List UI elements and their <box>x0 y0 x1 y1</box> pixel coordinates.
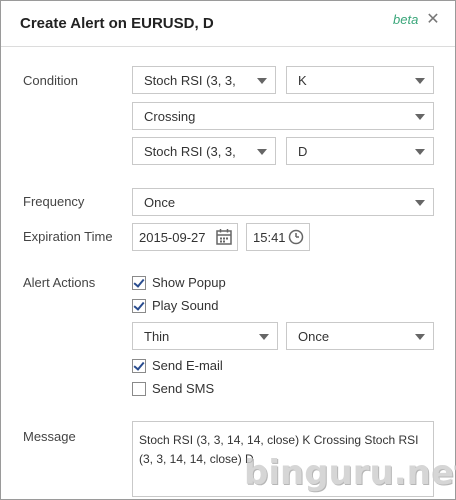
beta-badge: beta <box>393 12 419 27</box>
chevron-down-icon <box>257 78 267 84</box>
play-sound-label[interactable]: Play Sound <box>152 298 219 313</box>
show-popup-checkbox[interactable] <box>132 276 146 290</box>
show-popup-label[interactable]: Show Popup <box>152 275 226 290</box>
send-email-label[interactable]: Send E-mail <box>152 358 223 373</box>
close-icon[interactable]: ✕ <box>425 11 441 29</box>
play-sound-checkbox[interactable] <box>132 299 146 313</box>
expiration-time-input[interactable]: 15:41 <box>246 223 310 251</box>
create-alert-dialog: Create Alert on EURUSD, D beta ✕ Conditi… <box>0 0 456 500</box>
calendar-icon[interactable] <box>215 228 233 246</box>
select-value: Once <box>298 329 330 344</box>
select-value: Crossing <box>144 109 196 124</box>
chevron-down-icon <box>415 114 425 120</box>
chevron-down-icon <box>259 334 269 340</box>
message-label: Message <box>23 429 76 444</box>
condition-line-2-select[interactable]: D <box>286 137 434 165</box>
clock-icon[interactable] <box>287 228 305 246</box>
chevron-down-icon <box>415 200 425 206</box>
expiration-date-input[interactable]: 2015-09-27 <box>132 223 238 251</box>
watermark-text: binguru.net <box>244 453 456 493</box>
send-email-checkbox[interactable] <box>132 359 146 373</box>
frequency-select[interactable]: Once <box>132 188 434 216</box>
chevron-down-icon <box>415 334 425 340</box>
condition-label: Condition <box>23 73 78 88</box>
condition-indicator-2-select[interactable]: Stoch RSI (3, 3, <box>132 137 276 165</box>
sound-type-select[interactable]: Thin <box>132 322 278 350</box>
chevron-down-icon <box>415 149 425 155</box>
select-value: Stoch RSI (3, 3, <box>144 73 236 88</box>
select-value: K <box>298 73 307 88</box>
select-value: Stoch RSI (3, 3, <box>144 144 236 159</box>
date-value: 2015-09-27 <box>139 230 206 245</box>
frequency-label: Frequency <box>23 194 85 209</box>
alert-actions-label: Alert Actions <box>23 275 96 290</box>
time-value: 15:41 <box>253 230 286 245</box>
dialog-header: Create Alert on EURUSD, D beta ✕ <box>1 1 455 47</box>
select-value: Once <box>144 195 176 210</box>
chevron-down-icon <box>415 78 425 84</box>
condition-operator-select[interactable]: Crossing <box>132 102 434 130</box>
expiration-label: Expiration Time <box>23 229 113 244</box>
send-sms-label[interactable]: Send SMS <box>152 381 214 396</box>
send-sms-checkbox[interactable] <box>132 382 146 396</box>
dialog-title: Create Alert on EURUSD, D <box>20 15 214 32</box>
sound-repeat-select[interactable]: Once <box>286 322 434 350</box>
select-value: D <box>298 144 308 159</box>
select-value: Thin <box>144 329 170 344</box>
condition-indicator-1-select[interactable]: Stoch RSI (3, 3, <box>132 66 276 94</box>
chevron-down-icon <box>257 149 267 155</box>
condition-line-1-select[interactable]: K <box>286 66 434 94</box>
